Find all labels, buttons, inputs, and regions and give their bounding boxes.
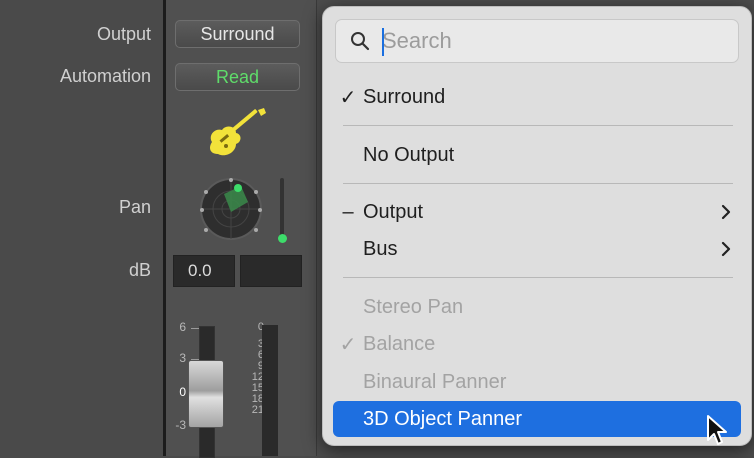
fader-scale-minus3: -3 xyxy=(175,418,186,432)
menu-item-no-output[interactable]: No Output xyxy=(333,139,741,171)
volume-fader-handle[interactable] xyxy=(188,360,224,428)
menu-separator xyxy=(343,125,733,126)
output-popup-menu: ✓ Surround No Output – Output Bus Stereo… xyxy=(322,6,752,446)
menu-item-label: No Output xyxy=(363,143,455,166)
checkmark-icon: ✓ xyxy=(339,86,357,109)
pan-label: Pan xyxy=(118,197,151,217)
chevron-right-icon xyxy=(721,233,731,265)
menu-item-output[interactable]: – Output xyxy=(333,196,741,228)
surround-pan-knob[interactable] xyxy=(186,172,286,252)
output-button[interactable]: Surround xyxy=(175,20,300,48)
menu-item-stereo-pan: Stereo Pan xyxy=(333,291,741,323)
channel-strip: Surround Read 0.0 6 3 0 -3 0 3 6 9 12 15… xyxy=(166,0,316,458)
menu-item-label: Surround xyxy=(363,85,446,108)
db-label: dB xyxy=(128,260,151,280)
text-caret xyxy=(382,28,384,56)
meter-scale: 0 3 6 9 12 15 18 21 xyxy=(251,321,264,416)
menu-item-label: 3D Object Panner xyxy=(363,407,522,430)
menu-item-surround[interactable]: ✓ Surround xyxy=(333,81,741,113)
lfe-dot xyxy=(278,234,287,243)
mouse-pointer-icon xyxy=(707,415,727,445)
fader-scale-0: 0 xyxy=(179,385,186,399)
menu-item-binaural-panner: Binaural Panner xyxy=(333,366,741,398)
menu-item-label: Stereo Pan xyxy=(363,295,464,318)
menu-item-3d-object-panner[interactable]: 3D Object Panner xyxy=(333,401,741,437)
lfe-slider[interactable] xyxy=(280,178,284,240)
volume-db-display[interactable]: 0.0 xyxy=(173,255,235,287)
menu-item-balance: ✓ Balance xyxy=(333,328,741,360)
menu-item-label: Binaural Panner xyxy=(363,370,507,393)
menu-item-label: Balance xyxy=(363,332,436,355)
search-icon xyxy=(351,32,370,51)
search-box xyxy=(335,19,739,63)
output-label: Output xyxy=(96,24,151,44)
peak-level-display xyxy=(240,255,302,287)
menu-item-bus[interactable]: Bus xyxy=(333,233,741,265)
electric-guitar-icon xyxy=(210,108,266,156)
search-input[interactable] xyxy=(382,24,722,58)
fader-scale-6: 6 xyxy=(179,320,186,334)
fader-scale-3: 3 xyxy=(179,351,186,365)
level-meter xyxy=(262,325,278,456)
checkmark-icon: ✓ xyxy=(339,333,357,356)
menu-separator xyxy=(343,277,733,278)
menu-item-label: Output xyxy=(363,200,424,223)
menu-item-label: Bus xyxy=(363,237,398,260)
automation-mode-button[interactable]: Read xyxy=(175,63,300,91)
chevron-right-icon xyxy=(721,196,731,228)
automation-label: Automation xyxy=(59,66,151,86)
menu-separator xyxy=(343,183,733,184)
dash-mark-icon: – xyxy=(342,200,354,223)
